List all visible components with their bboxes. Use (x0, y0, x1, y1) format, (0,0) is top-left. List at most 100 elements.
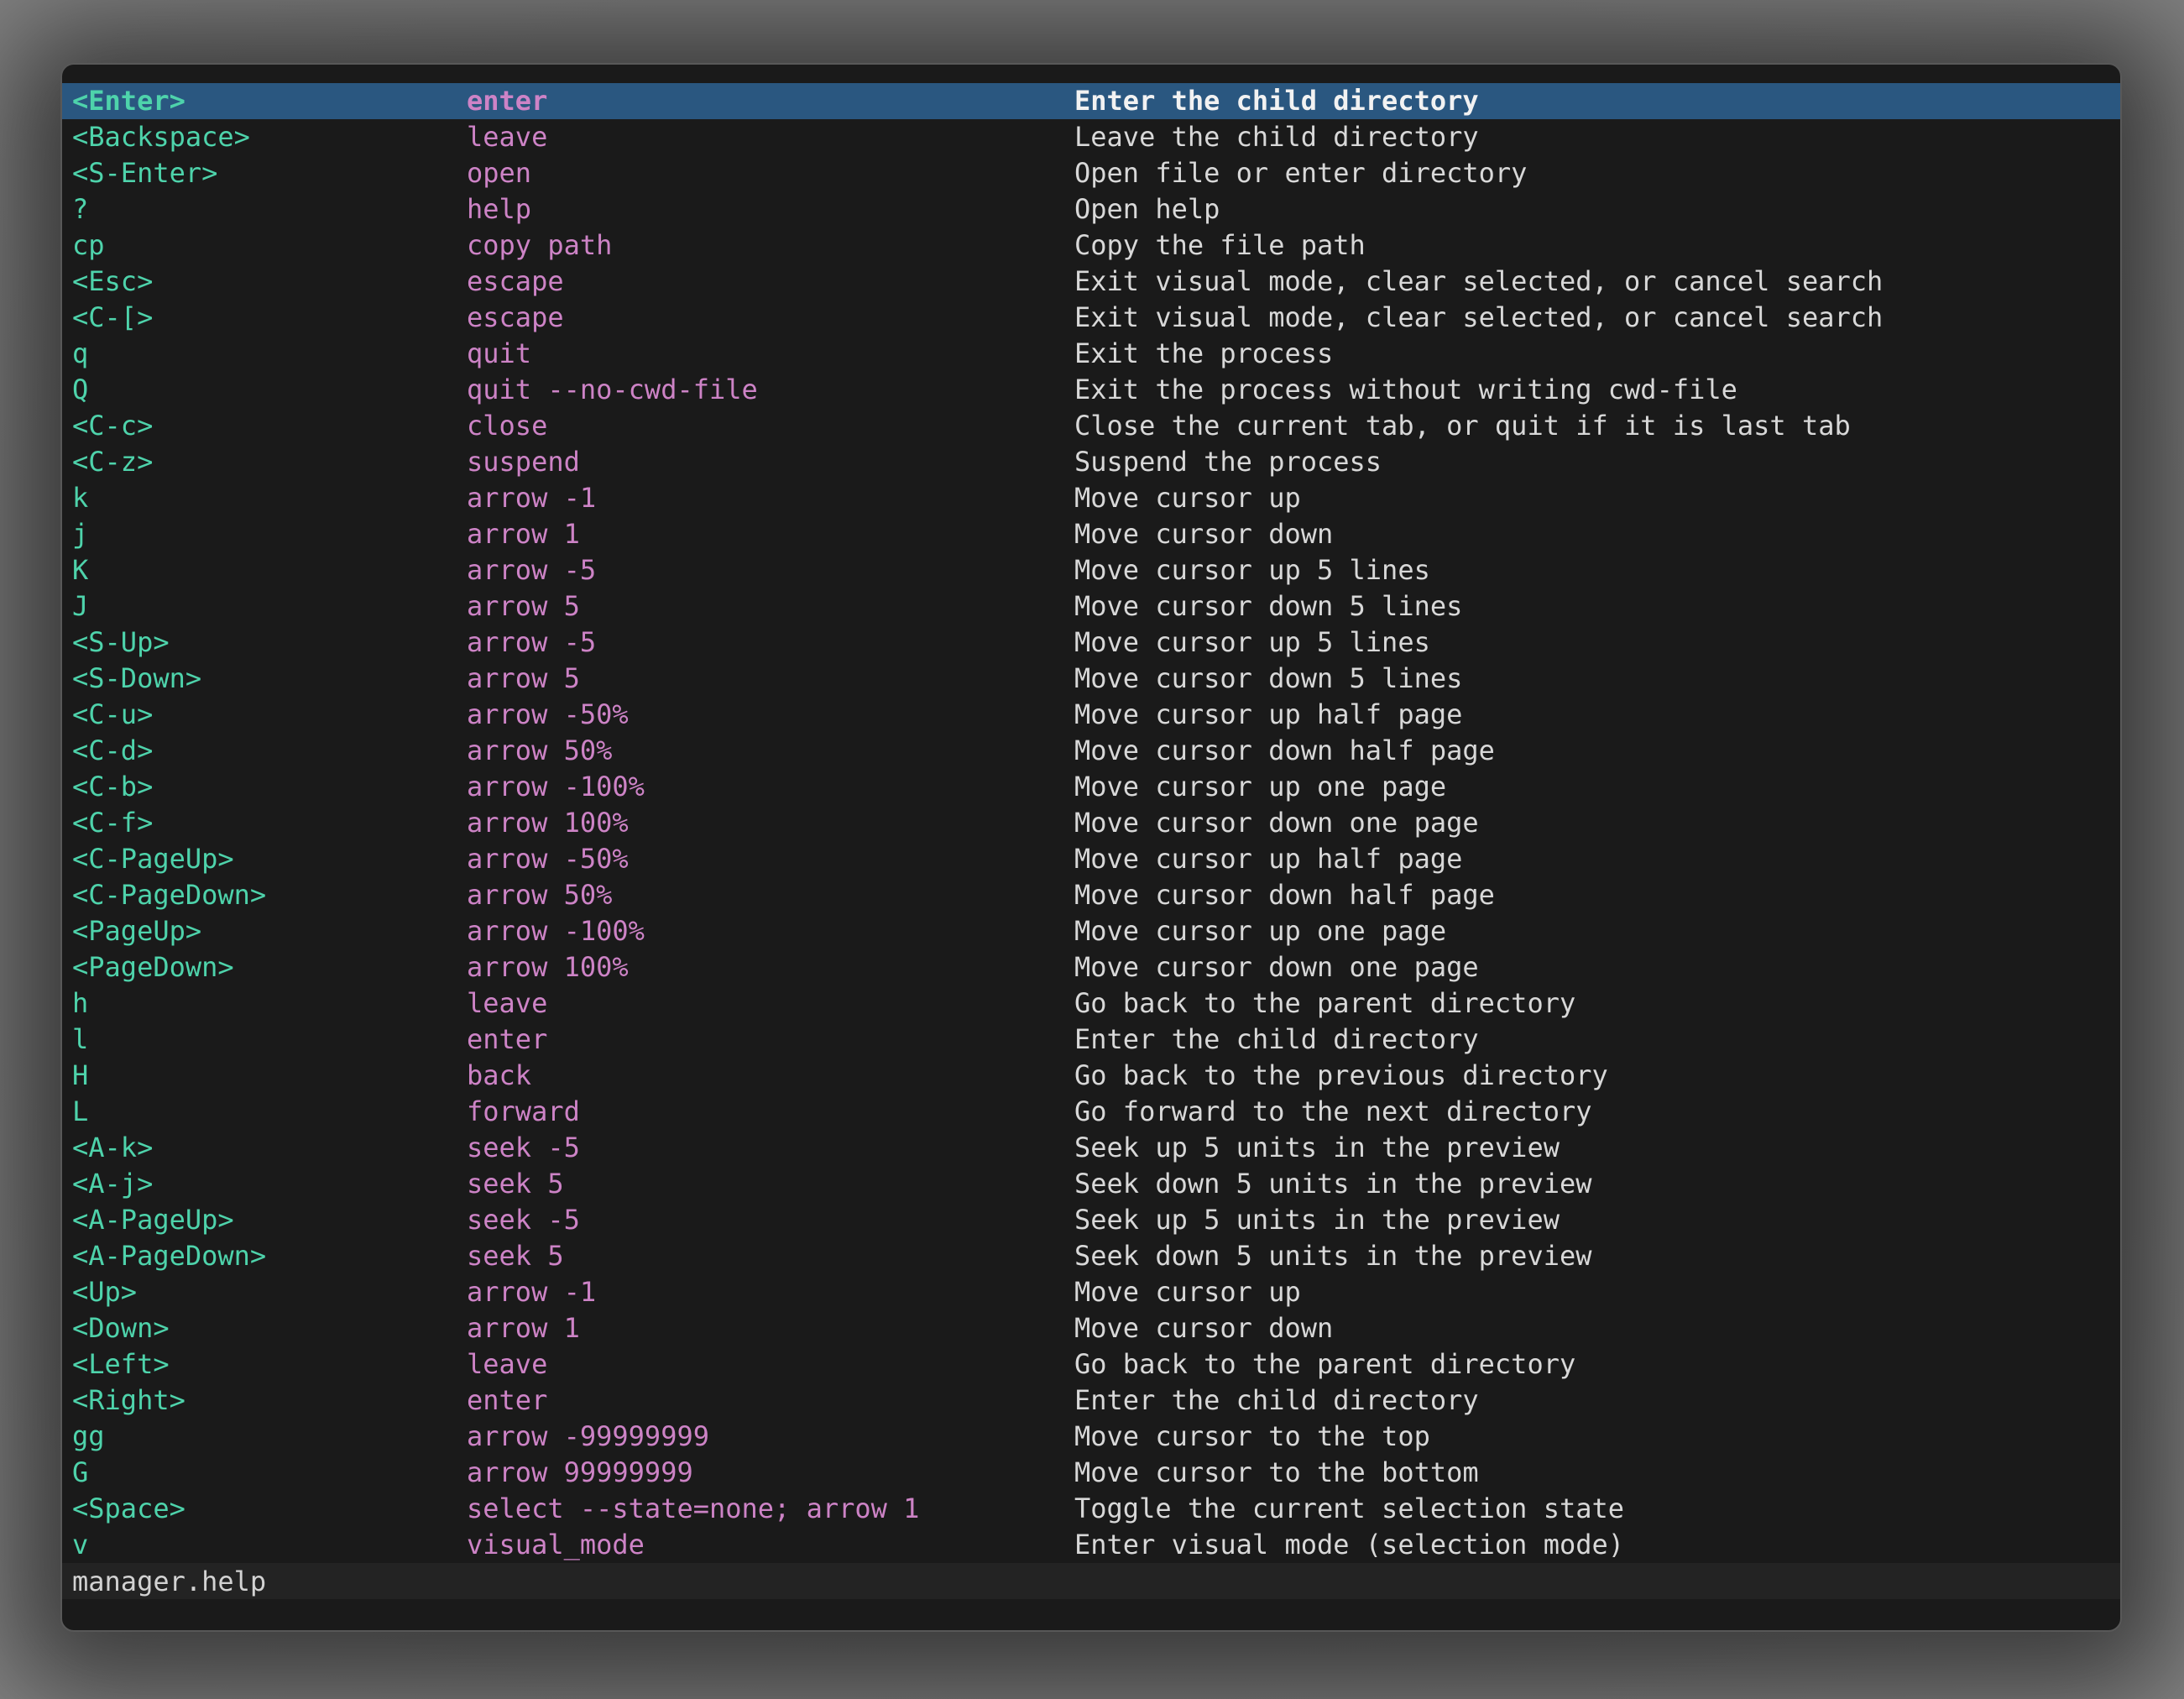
description-cell: Move cursor up half page (1074, 841, 2120, 877)
keybinding-row[interactable]: K arrow -5 Move cursor up 5 lines (62, 552, 2120, 588)
key-cell: <S-Down> (62, 661, 467, 697)
keybinding-row[interactable]: <C-[> escape Exit visual mode, clear sel… (62, 300, 2120, 336)
description-cell: Move cursor down (1074, 1310, 2120, 1346)
key-cell: <Left> (62, 1346, 467, 1383)
command-cell: arrow -100% (467, 769, 1074, 805)
keybinding-list: <Enter> enter Enter the child directory … (62, 83, 2120, 1563)
key-cell: J (62, 588, 467, 625)
keybinding-row[interactable]: <C-b> arrow -100% Move cursor up one pag… (62, 769, 2120, 805)
keybinding-row[interactable]: <PageDown> arrow 100% Move cursor down o… (62, 949, 2120, 985)
keybinding-row[interactable]: l enter Enter the child directory (62, 1022, 2120, 1058)
command-cell: forward (467, 1094, 1074, 1130)
keybinding-row[interactable]: <Right> enter Enter the child directory (62, 1383, 2120, 1419)
key-cell: gg (62, 1419, 467, 1455)
keybinding-row[interactable]: <A-j> seek 5 Seek down 5 units in the pr… (62, 1166, 2120, 1202)
description-cell: Move cursor down 5 lines (1074, 661, 2120, 697)
key-cell: <A-PageDown> (62, 1238, 467, 1274)
key-cell: <Down> (62, 1310, 467, 1346)
keybinding-row[interactable]: Q quit --no-cwd-file Exit the process wi… (62, 372, 2120, 408)
keybinding-row[interactable]: h leave Go back to the parent directory (62, 985, 2120, 1022)
keybinding-row[interactable]: <Space> select --state=none; arrow 1 Tog… (62, 1491, 2120, 1527)
key-cell: v (62, 1527, 467, 1563)
description-cell: Go forward to the next directory (1074, 1094, 2120, 1130)
command-cell: leave (467, 1346, 1074, 1383)
keybinding-row[interactable]: H back Go back to the previous directory (62, 1058, 2120, 1094)
key-cell: K (62, 552, 467, 588)
keybinding-row[interactable]: <S-Enter> open Open file or enter direct… (62, 155, 2120, 191)
keybinding-row[interactable]: <C-d> arrow 50% Move cursor down half pa… (62, 733, 2120, 769)
keybinding-row[interactable]: <A-PageDown> seek 5 Seek down 5 units in… (62, 1238, 2120, 1274)
key-cell: ? (62, 191, 467, 227)
keybinding-row[interactable]: k arrow -1 Move cursor up (62, 480, 2120, 516)
keybinding-row[interactable]: <PageUp> arrow -100% Move cursor up one … (62, 913, 2120, 949)
key-cell: <Enter> (62, 83, 467, 119)
description-cell: Copy the file path (1074, 227, 2120, 264)
description-cell: Move cursor down half page (1074, 877, 2120, 913)
key-cell: <C-c> (62, 408, 467, 444)
description-cell: Exit the process without writing cwd-fil… (1074, 372, 2120, 408)
key-cell: j (62, 516, 467, 552)
command-cell: seek 5 (467, 1238, 1074, 1274)
command-cell: enter (467, 83, 1074, 119)
keybinding-row[interactable]: <Left> leave Go back to the parent direc… (62, 1346, 2120, 1383)
status-bar: manager.help (62, 1563, 2120, 1599)
keybinding-row[interactable]: v visual_mode Enter visual mode (selecti… (62, 1527, 2120, 1563)
description-cell: Leave the child directory (1074, 119, 2120, 155)
key-cell: <Esc> (62, 264, 467, 300)
keybinding-row[interactable]: gg arrow -99999999 Move cursor to the to… (62, 1419, 2120, 1455)
description-cell: Move cursor down (1074, 516, 2120, 552)
keybinding-row[interactable]: <Backspace> leave Leave the child direct… (62, 119, 2120, 155)
command-cell: arrow 100% (467, 805, 1074, 841)
keybinding-row[interactable]: <C-PageDown> arrow 50% Move cursor down … (62, 877, 2120, 913)
description-cell: Seek down 5 units in the preview (1074, 1238, 2120, 1274)
command-cell: help (467, 191, 1074, 227)
keybinding-row[interactable]: ? help Open help (62, 191, 2120, 227)
command-cell: arrow -5 (467, 552, 1074, 588)
command-cell: arrow 50% (467, 733, 1074, 769)
keybinding-row[interactable]: <A-PageUp> seek -5 Seek up 5 units in th… (62, 1202, 2120, 1238)
description-cell: Move cursor down 5 lines (1074, 588, 2120, 625)
keybinding-row[interactable]: J arrow 5 Move cursor down 5 lines (62, 588, 2120, 625)
keybinding-row[interactable]: <A-k> seek -5 Seek up 5 units in the pre… (62, 1130, 2120, 1166)
key-cell: cp (62, 227, 467, 264)
keybinding-row[interactable]: L forward Go forward to the next directo… (62, 1094, 2120, 1130)
keybinding-row[interactable]: <Down> arrow 1 Move cursor down (62, 1310, 2120, 1346)
key-cell: <C-u> (62, 697, 467, 733)
key-cell: <A-k> (62, 1130, 467, 1166)
keybinding-row[interactable]: <C-u> arrow -50% Move cursor up half pag… (62, 697, 2120, 733)
command-cell: open (467, 155, 1074, 191)
keybinding-row[interactable]: <S-Up> arrow -5 Move cursor up 5 lines (62, 625, 2120, 661)
key-cell: <A-j> (62, 1166, 467, 1202)
command-cell: select --state=none; arrow 1 (467, 1491, 1074, 1527)
keybinding-row[interactable]: q quit Exit the process (62, 336, 2120, 372)
description-cell: Move cursor to the bottom (1074, 1455, 2120, 1491)
key-cell: L (62, 1094, 467, 1130)
key-cell: <C-d> (62, 733, 467, 769)
command-cell: arrow -1 (467, 480, 1074, 516)
keybinding-row[interactable]: <Up> arrow -1 Move cursor up (62, 1274, 2120, 1310)
description-cell: Enter visual mode (selection mode) (1074, 1527, 2120, 1563)
keybinding-row[interactable]: <C-f> arrow 100% Move cursor down one pa… (62, 805, 2120, 841)
key-cell: <C-PageUp> (62, 841, 467, 877)
key-cell: <C-PageDown> (62, 877, 467, 913)
keybinding-row[interactable]: j arrow 1 Move cursor down (62, 516, 2120, 552)
description-cell: Open file or enter directory (1074, 155, 2120, 191)
keybinding-row[interactable]: <S-Down> arrow 5 Move cursor down 5 line… (62, 661, 2120, 697)
key-cell: <S-Enter> (62, 155, 467, 191)
keybinding-row[interactable]: <Enter> enter Enter the child directory (62, 83, 2120, 119)
description-cell: Enter the child directory (1074, 1022, 2120, 1058)
key-cell: <S-Up> (62, 625, 467, 661)
description-cell: Move cursor up one page (1074, 769, 2120, 805)
keybinding-row[interactable]: <C-z> suspend Suspend the process (62, 444, 2120, 480)
key-cell: q (62, 336, 467, 372)
command-cell: arrow -1 (467, 1274, 1074, 1310)
keybinding-row[interactable]: <C-PageUp> arrow -50% Move cursor up hal… (62, 841, 2120, 877)
keybinding-row[interactable]: <C-c> close Close the current tab, or qu… (62, 408, 2120, 444)
keybinding-row[interactable]: G arrow 99999999 Move cursor to the bott… (62, 1455, 2120, 1491)
keybinding-row[interactable]: cp copy path Copy the file path (62, 227, 2120, 264)
command-cell: enter (467, 1383, 1074, 1419)
terminal-window: <Enter> enter Enter the child directory … (60, 63, 2122, 1632)
key-cell: <PageDown> (62, 949, 467, 985)
keybinding-row[interactable]: <Esc> escape Exit visual mode, clear sel… (62, 264, 2120, 300)
command-cell: enter (467, 1022, 1074, 1058)
